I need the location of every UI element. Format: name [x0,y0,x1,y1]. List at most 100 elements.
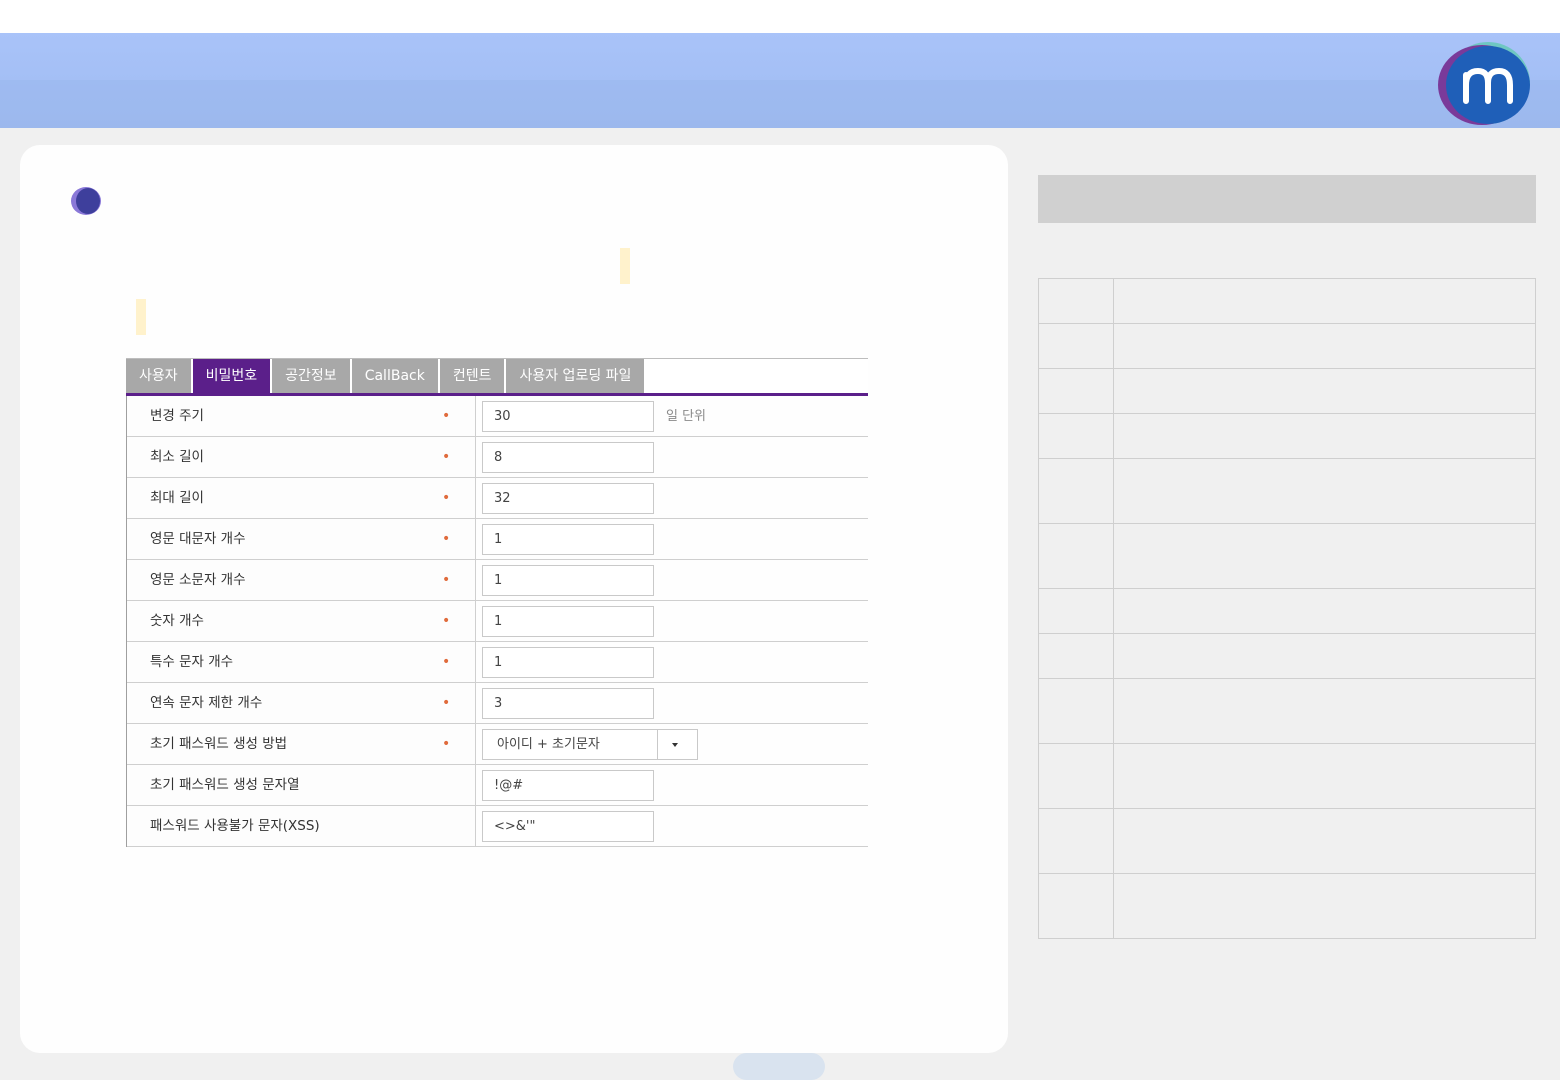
select-value: 아이디 + 초기문자 [497,737,600,752]
field-label-text: 연속 문자 제한 개수 [150,695,263,711]
tab-0[interactable]: 사용자 [126,359,191,393]
side-table-cell [1039,369,1114,413]
chevron-down-icon [672,743,678,747]
field-label-text: 최소 길이 [150,449,204,465]
field-label: 특수 문자 개수 • [127,642,476,682]
init-password-method-select[interactable]: 아이디 + 초기문자 [482,729,698,760]
form-row: 연속 문자 제한 개수 • 3 [127,683,868,724]
side-panel-header [1038,175,1536,223]
settings-tabs: 사용자 비밀번호 공간정보 CallBack 컨텐트 사용자 업로딩 파일 [126,358,868,396]
field-cell: 30 일 단위 [476,396,868,436]
side-table-row [1039,459,1535,524]
side-table-cell [1039,809,1114,873]
side-table-cell [1114,279,1535,323]
field-input[interactable]: 1 [482,647,654,678]
side-table-cell [1114,459,1535,523]
form-row: 초기 패스워드 생성 문자열 !@# [127,765,868,806]
side-table-row [1039,634,1535,679]
field-label: 최소 길이 • [127,437,476,477]
field-label-text: 숫자 개수 [150,613,204,629]
field-label-text: 초기 패스워드 생성 문자열 [150,777,300,793]
side-table-cell [1039,744,1114,808]
tab-3[interactable]: CallBack [351,359,438,393]
field-label: 영문 소문자 개수 • [127,560,476,600]
side-table-cell [1114,414,1535,458]
side-table-row [1039,414,1535,459]
required-mark: • [442,490,451,506]
side-table-cell [1039,589,1114,633]
side-table-cell [1114,874,1535,938]
field-cell: 3 [476,683,868,723]
field-input[interactable]: 1 [482,606,654,637]
field-cell: 32 [476,478,868,518]
form-row: 최대 길이 • 32 [127,478,868,519]
field-input[interactable]: 8 [482,442,654,473]
form-row: 특수 문자 개수 • 1 [127,642,868,683]
side-table-row [1039,279,1535,324]
select-toggle[interactable] [657,730,697,759]
tab-5[interactable]: 사용자 업로딩 파일 [506,359,645,393]
field-label: 초기 패스워드 생성 문자열 [127,765,476,805]
field-label-text: 초기 패스워드 생성 방법 [150,736,288,752]
field-input[interactable]: 1 [482,524,654,555]
field-cell: <>&'" [476,806,868,846]
form-row: 숫자 개수 • 1 [127,601,868,642]
form-row: 패스워드 사용불가 문자(XSS) <>&'" [127,806,868,847]
field-label: 패스워드 사용불가 문자(XSS) [127,806,476,846]
side-table-row [1039,874,1535,939]
field-input[interactable]: <>&'" [482,811,654,842]
required-mark: • [442,736,451,752]
field-label-text: 최대 길이 [150,490,204,506]
field-cell: 1 [476,601,868,641]
highlight-marker [136,299,146,335]
field-cell: 아이디 + 초기문자 [476,724,868,764]
field-label: 최대 길이 • [127,478,476,518]
scroll-indicator[interactable] [733,1053,825,1080]
side-table-cell [1039,679,1114,743]
password-settings-form: 사용자 비밀번호 공간정보 CallBack 컨텐트 사용자 업로딩 파일 변경 주기 • 3… [126,358,868,847]
field-label: 연속 문자 제한 개수 • [127,683,476,723]
field-input[interactable]: 1 [482,565,654,596]
required-mark: • [442,695,451,711]
field-label-text: 변경 주기 [150,408,204,424]
field-input[interactable]: 3 [482,688,654,719]
field-label-text: 패스워드 사용불가 문자(XSS) [150,818,320,834]
highlight-marker [620,248,630,284]
required-mark: • [442,613,451,629]
side-table-row [1039,369,1535,414]
side-table-cell [1114,369,1535,413]
side-table-row [1039,324,1535,369]
section-bullet-icon [71,187,101,215]
settings-rows: 변경 주기 • 30 일 단위 최소 길이 • 8 최대 길이 • 32 영문 대문자 개수 • 1 영문… [126,396,868,847]
top-strip [0,0,1560,33]
form-row: 영문 소문자 개수 • 1 [127,560,868,601]
field-input[interactable]: 32 [482,483,654,514]
side-table-cell [1114,324,1535,368]
side-table-cell [1039,459,1114,523]
tab-2[interactable]: 공간정보 [272,359,350,393]
m-logo-icon[interactable] [1436,41,1532,125]
field-label: 숫자 개수 • [127,601,476,641]
required-mark: • [442,531,451,547]
side-table-cell [1114,634,1535,678]
tab-4[interactable]: 컨텐트 [439,359,505,393]
form-row: 초기 패스워드 생성 방법 • 아이디 + 초기문자 [127,724,868,765]
side-table-row [1039,809,1535,874]
field-label: 영문 대문자 개수 • [127,519,476,559]
side-table-cell [1114,524,1535,588]
side-table-cell [1039,414,1114,458]
side-table-row [1039,524,1535,589]
side-table-row [1039,589,1535,634]
field-input[interactable]: !@# [482,770,654,801]
side-table-cell [1114,744,1535,808]
field-input[interactable]: 30 [482,401,654,432]
field-label: 초기 패스워드 생성 방법 • [127,724,476,764]
field-cell: !@# [476,765,868,805]
unit-label: 일 단위 [666,409,707,424]
tab-1[interactable]: 비밀번호 [192,359,271,393]
required-mark: • [442,572,451,588]
form-row: 변경 주기 • 30 일 단위 [127,396,868,437]
field-label: 변경 주기 • [127,396,476,436]
field-cell: 1 [476,642,868,682]
field-label-text: 특수 문자 개수 [150,654,234,670]
